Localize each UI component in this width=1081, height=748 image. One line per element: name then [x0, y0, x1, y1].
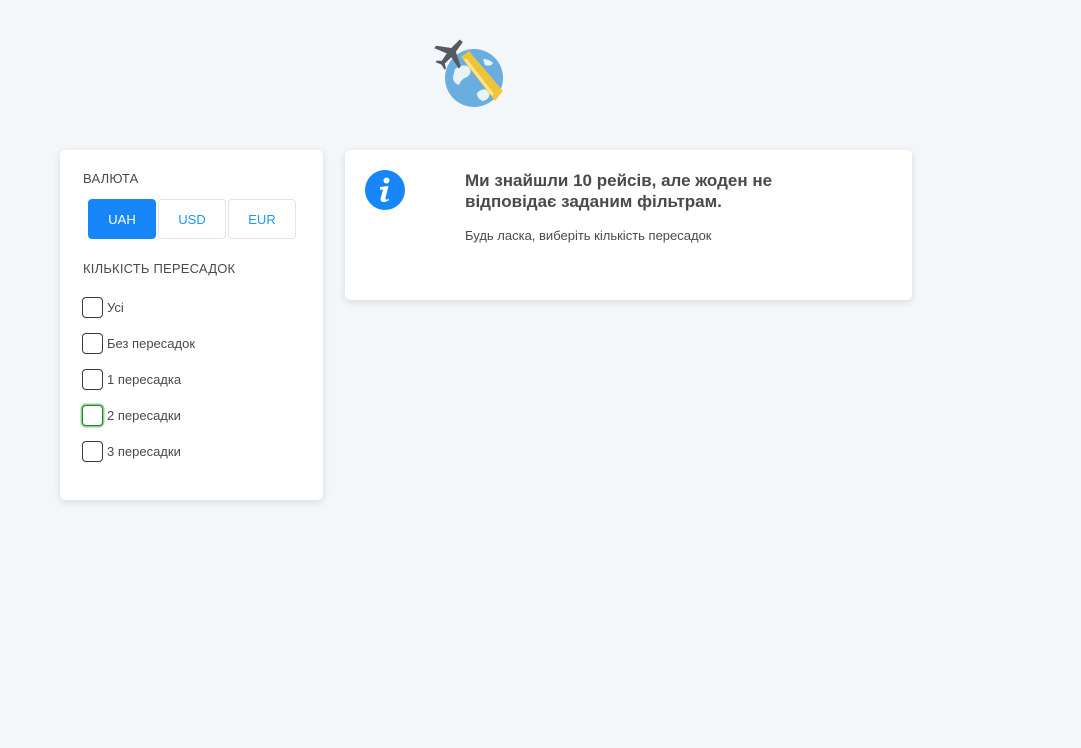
no-results-message: Ми знайшли 10 рейсів, але жоден не відпо…: [345, 150, 912, 300]
stop-label: 2 пересадки: [107, 407, 181, 423]
stop-label: 3 пересадки: [107, 443, 181, 459]
checkbox-all[interactable]: [82, 296, 103, 318]
stop-label: Без пересадок: [107, 335, 196, 351]
stop-label: Усі: [107, 299, 124, 315]
currency-eur-button[interactable]: EUR: [228, 199, 296, 239]
currency-title: ВАЛЮТА: [83, 171, 139, 186]
currency-uah-button[interactable]: UAH: [88, 199, 156, 239]
stop-option-1[interactable]: 1 пересадка: [82, 361, 195, 397]
checkbox-3-stops[interactable]: [82, 440, 103, 462]
stops-list: Усі Без пересадок 1 пересадка 2 пересадк…: [82, 289, 195, 469]
stop-label: 1 пересадка: [107, 371, 182, 387]
currency-usd-button[interactable]: USD: [158, 199, 226, 239]
checkbox-1-stop[interactable]: [82, 368, 103, 390]
stop-option-none[interactable]: Без пересадок: [82, 325, 195, 361]
plane-globe-logo: [433, 35, 507, 109]
checkbox-2-stops[interactable]: [82, 404, 103, 426]
stop-option-all[interactable]: Усі: [82, 289, 195, 325]
stops-title: КІЛЬКІСТЬ ПЕРЕСАДОК: [83, 261, 236, 276]
checkbox-no-stops[interactable]: [82, 332, 103, 354]
message-text: Будь ласка, виберіть кількість пересадок: [465, 228, 712, 243]
message-title: Ми знайшли 10 рейсів, але жоден не відпо…: [465, 171, 773, 211]
currency-switch: UAH USD EUR: [88, 199, 298, 239]
stop-option-3[interactable]: 3 пересадки: [82, 433, 195, 469]
stop-option-2[interactable]: 2 пересадки: [82, 397, 195, 433]
info-icon: [365, 170, 405, 210]
filters-panel: ВАЛЮТА UAH USD EUR КІЛЬКІСТЬ ПЕРЕСАДОК У…: [60, 150, 323, 500]
